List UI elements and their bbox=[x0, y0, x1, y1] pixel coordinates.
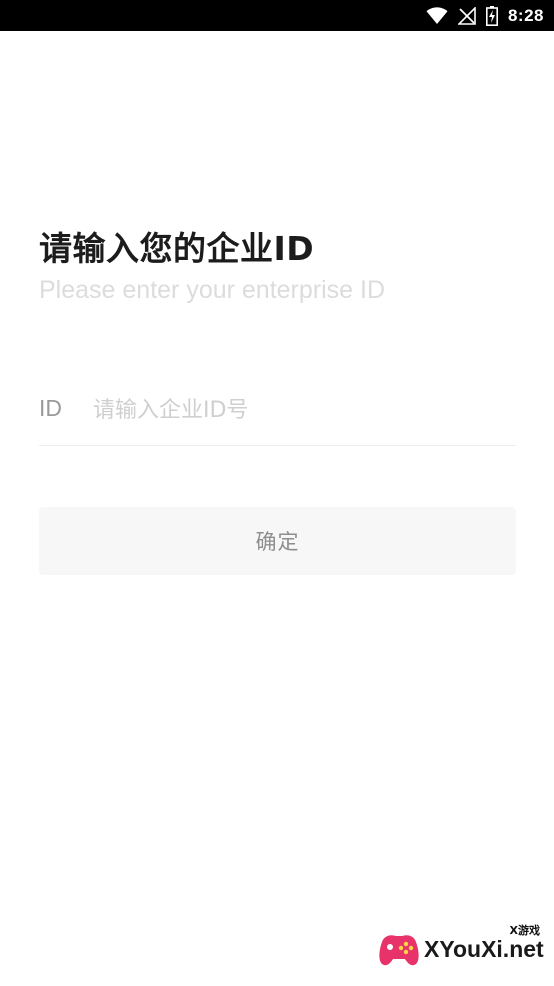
no-signal-icon bbox=[457, 6, 476, 25]
status-time: 8:28 bbox=[507, 5, 544, 25]
status-icons: 8:28 bbox=[426, 0, 544, 31]
watermark-brand: XYouXi.net bbox=[424, 936, 544, 962]
page-title: 请输入您的企业ID bbox=[39, 229, 315, 268]
status-bar: 8:28 bbox=[0, 0, 554, 31]
enterprise-id-input[interactable] bbox=[93, 388, 513, 432]
watermark: X游戏 XYouXi.net bbox=[376, 922, 546, 974]
page-subtitle: Please enter your enterprise ID bbox=[39, 276, 386, 304]
id-input-row: ID bbox=[39, 380, 516, 446]
id-label: ID bbox=[39, 395, 62, 421]
confirm-button[interactable]: 确定 bbox=[39, 507, 516, 575]
login-screen: 8:28 请输入您的企业ID Please enter your enterpr… bbox=[0, 0, 554, 986]
wifi-icon bbox=[426, 6, 448, 24]
battery-charging-icon bbox=[485, 5, 498, 26]
gamepad-logo-icon bbox=[379, 935, 419, 966]
